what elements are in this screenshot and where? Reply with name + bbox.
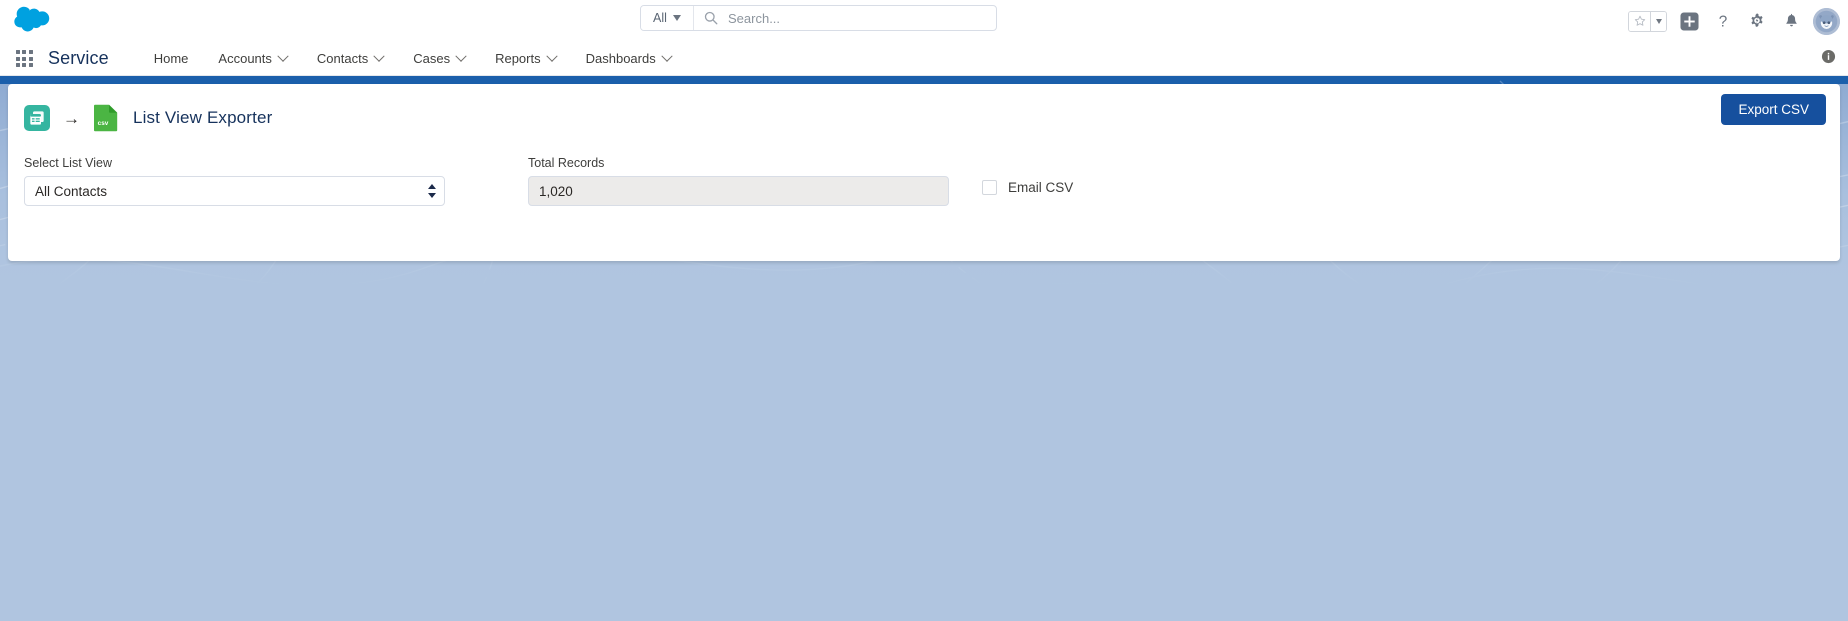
- svg-text:?: ?: [1719, 13, 1728, 30]
- total-records-label: Total Records: [528, 156, 605, 170]
- waffle-dot: [22, 63, 26, 67]
- total-records-field: Total Records: [528, 156, 949, 206]
- list-view-icon: [24, 105, 50, 131]
- nav-item-reports[interactable]: Reports: [480, 42, 571, 75]
- search-input[interactable]: [728, 6, 996, 30]
- chevron-down-icon: [373, 50, 385, 62]
- export-csv-button[interactable]: Export CSV: [1721, 94, 1826, 125]
- app-navigation-bar: Service Home Accounts Contacts Cases Rep…: [0, 42, 1848, 76]
- global-search[interactable]: All: [640, 5, 997, 31]
- exporter-form: Select List View All Contacts Total Reco…: [8, 136, 1840, 206]
- svg-text:csv: csv: [98, 120, 109, 127]
- email-csv-checkbox-field[interactable]: Email CSV: [982, 156, 1073, 195]
- list-view-exporter-card: → csv List View Exporter Export CSV Sele…: [8, 84, 1840, 261]
- nav-item-cases[interactable]: Cases: [398, 42, 480, 75]
- list-view-select[interactable]: All Contacts: [24, 176, 445, 206]
- list-view-field: Select List View All Contacts: [24, 156, 445, 206]
- header-actions: ?: [1628, 0, 1840, 42]
- nav-item-label: Accounts: [218, 51, 272, 66]
- search-scope-label: All: [653, 11, 667, 25]
- search-scope-dropdown[interactable]: All: [641, 6, 694, 30]
- add-button[interactable]: [1677, 9, 1701, 33]
- nav-item-label: Contacts: [316, 51, 369, 66]
- chevron-down-icon: [545, 50, 558, 62]
- app-name[interactable]: Service: [48, 48, 109, 69]
- card-header: → csv List View Exporter Export CSV: [8, 84, 1840, 136]
- nav-item-label: Reports: [495, 51, 541, 66]
- chevron-down-icon: [277, 50, 289, 62]
- nav-item-home[interactable]: Home: [139, 42, 204, 75]
- app-launcher-icon[interactable]: [14, 49, 34, 69]
- bell-icon[interactable]: [1779, 9, 1803, 33]
- star-icon[interactable]: [1629, 11, 1650, 31]
- email-csv-label: Email CSV: [1008, 180, 1074, 195]
- chevron-down-icon: [661, 50, 673, 62]
- search-icon: [694, 6, 728, 30]
- chevron-down-icon: [672, 15, 681, 21]
- transform-arrow-icon: →: [63, 108, 80, 128]
- salesforce-cloud-logo[interactable]: [14, 4, 52, 32]
- list-view-label: Select List View: [24, 156, 113, 170]
- nav-item-dashboards[interactable]: Dashboards: [571, 42, 686, 75]
- help-icon[interactable]: ?: [1711, 9, 1735, 33]
- waffle-dot: [28, 63, 33, 67]
- csv-file-icon: csv: [93, 104, 119, 132]
- page-title: List View Exporter: [133, 108, 273, 127]
- avatar[interactable]: [1813, 7, 1840, 35]
- chevron-down-icon: [1655, 18, 1662, 24]
- favorites-dropdown-button[interactable]: [1650, 11, 1666, 31]
- waffle-dot: [28, 50, 33, 54]
- gear-icon[interactable]: [1745, 9, 1769, 33]
- waffle-dot: [28, 56, 33, 61]
- waffle-dot: [15, 63, 20, 67]
- total-records-input: [528, 176, 949, 206]
- app-canvas: → csv List View Exporter Export CSV Sele…: [0, 76, 1848, 621]
- nav-item-label: Dashboards: [585, 51, 656, 66]
- nav-item-contacts[interactable]: Contacts: [302, 42, 398, 75]
- favorites-group[interactable]: [1628, 10, 1667, 32]
- chevron-down-icon: [455, 50, 467, 62]
- nav-item-label: Home: [153, 51, 189, 66]
- background-fade-overlay: [0, 206, 1848, 621]
- email-csv-checkbox[interactable]: [982, 180, 997, 195]
- waffle-dot: [15, 50, 20, 54]
- nav-item-label: Cases: [413, 51, 451, 66]
- nav-items: Home Accounts Contacts Cases Reports Das…: [139, 42, 686, 75]
- waffle-dot: [15, 56, 20, 61]
- waffle-dot: [22, 50, 26, 54]
- list-view-select-wrapper[interactable]: All Contacts: [24, 176, 445, 206]
- waffle-dot: [22, 56, 26, 61]
- global-header: All Search... ?: [0, 0, 1848, 42]
- nav-item-accounts[interactable]: Accounts: [203, 42, 301, 75]
- info-icon[interactable]: [1821, 49, 1836, 69]
